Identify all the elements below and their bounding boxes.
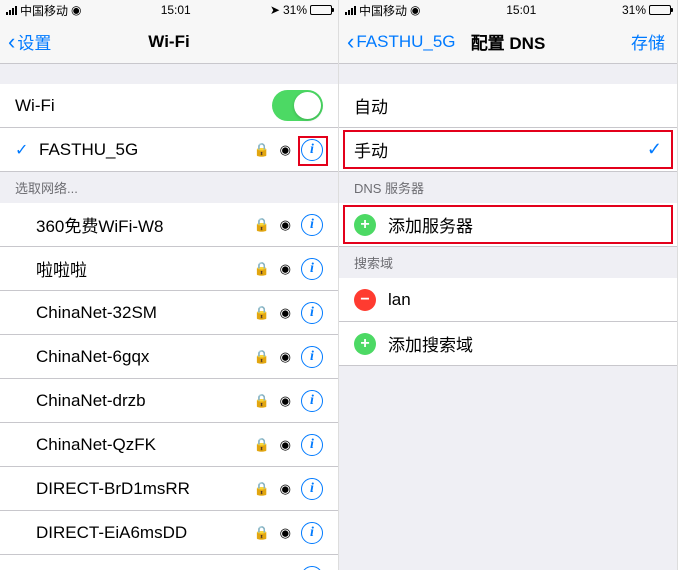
wifi-icon: ◉ bbox=[280, 481, 291, 497]
dns-manual-row[interactable]: 手动 ✓ bbox=[339, 128, 677, 172]
wifi-icon: ◉ bbox=[280, 142, 291, 158]
wifi-icon: ◉ bbox=[280, 349, 291, 365]
battery-percent: 31% bbox=[283, 3, 307, 17]
wifi-icon: ◉ bbox=[280, 217, 291, 233]
status-bar: 中国移动 ◉ 15:01 ➤ 31% bbox=[0, 0, 338, 20]
time-label: 15:01 bbox=[506, 3, 536, 17]
lock-icon: 🔒 bbox=[253, 437, 269, 453]
chevron-left-icon: ‹ bbox=[347, 31, 354, 53]
lock-icon: 🔒 bbox=[253, 481, 269, 497]
wifi-icon: ◉ bbox=[280, 437, 291, 453]
battery-icon bbox=[310, 5, 332, 15]
lock-icon: 🔒 bbox=[253, 349, 269, 365]
location-icon: ➤ bbox=[270, 3, 280, 17]
network-name: DIRECT-EiA6msDD bbox=[36, 523, 253, 543]
lock-icon: 🔒 bbox=[253, 261, 269, 277]
wifi-status-icon: ◉ bbox=[410, 3, 420, 17]
lock-icon: 🔒 bbox=[253, 142, 269, 158]
info-icon[interactable]: i bbox=[301, 302, 323, 324]
network-name: FASTHU bbox=[36, 567, 253, 570]
add-server-label: 添加服务器 bbox=[388, 212, 662, 237]
nav-bar: ‹ 设置 Wi-Fi bbox=[0, 20, 338, 64]
network-name: 360免费WiFi-W8 bbox=[36, 212, 253, 237]
choose-network-header: 选取网络... bbox=[0, 172, 338, 203]
network-name: ChinaNet-QzFK bbox=[36, 435, 253, 455]
network-row[interactable]: ChinaNet-drzb 🔒 ◉ i bbox=[0, 379, 338, 423]
back-label: FASTHU_5G bbox=[356, 32, 455, 52]
info-icon[interactable]: i bbox=[301, 566, 323, 570]
info-icon[interactable]: i bbox=[301, 522, 323, 544]
manual-label: 手动 bbox=[354, 137, 647, 162]
wifi-status-icon: ◉ bbox=[71, 3, 81, 17]
battery-percent: 31% bbox=[622, 3, 646, 17]
lock-icon: 🔒 bbox=[253, 525, 269, 541]
signal-icon bbox=[6, 5, 17, 15]
network-row[interactable]: DIRECT-EiA6msDD 🔒 ◉ i bbox=[0, 511, 338, 555]
dns-servers-header: DNS 服务器 bbox=[339, 172, 677, 203]
chevron-left-icon: ‹ bbox=[8, 31, 15, 53]
add-domain-label: 添加搜索域 bbox=[388, 331, 662, 356]
status-bar: 中国移动 ◉ 15:01 31% bbox=[339, 0, 677, 20]
network-row[interactable]: ChinaNet-QzFK 🔒 ◉ i bbox=[0, 423, 338, 467]
checkmark-icon: ✓ bbox=[647, 139, 662, 160]
battery-icon bbox=[649, 5, 671, 15]
back-button[interactable]: ‹ FASTHU_5G bbox=[347, 31, 456, 53]
info-icon[interactable]: i bbox=[301, 478, 323, 500]
dns-auto-row[interactable]: 自动 bbox=[339, 84, 677, 128]
lock-icon: 🔒 bbox=[253, 305, 269, 321]
carrier-label: 中国移动 bbox=[359, 2, 407, 19]
back-label: 设置 bbox=[17, 29, 51, 54]
info-icon[interactable]: i bbox=[301, 258, 323, 280]
network-row[interactable]: 360免费WiFi-W8 🔒 ◉ i bbox=[0, 203, 338, 247]
info-icon[interactable]: i bbox=[301, 139, 323, 161]
network-name: ChinaNet-32SM bbox=[36, 303, 253, 323]
lock-icon: 🔒 bbox=[253, 393, 269, 409]
add-icon: + bbox=[354, 333, 376, 355]
info-icon[interactable]: i bbox=[301, 390, 323, 412]
nav-bar: ‹ FASTHU_5G 配置 DNS 存储 bbox=[339, 20, 677, 64]
network-name: 啦啦啦 bbox=[36, 256, 253, 281]
wifi-toggle-row[interactable]: Wi-Fi bbox=[0, 84, 338, 128]
auto-label: 自动 bbox=[354, 93, 662, 118]
carrier-label: 中国移动 bbox=[20, 2, 68, 19]
content: Wi-Fi ✓ FASTHU_5G 🔒 ◉ i 选取网络... 360免费WiF… bbox=[0, 64, 338, 570]
lock-icon: 🔒 bbox=[253, 217, 269, 233]
add-server-row[interactable]: + 添加服务器 bbox=[339, 203, 677, 247]
network-name: ChinaNet-6gqx bbox=[36, 347, 253, 367]
content: 自动 手动 ✓ DNS 服务器 + 添加服务器 搜索域 − lan + 添加搜索… bbox=[339, 64, 677, 570]
network-row[interactable]: ChinaNet-6gqx 🔒 ◉ i bbox=[0, 335, 338, 379]
wifi-icon: ◉ bbox=[280, 525, 291, 541]
wifi-label: Wi-Fi bbox=[15, 96, 272, 116]
network-row[interactable]: ChinaNet-32SM 🔒 ◉ i bbox=[0, 291, 338, 335]
info-icon[interactable]: i bbox=[301, 346, 323, 368]
add-search-domain-row[interactable]: + 添加搜索域 bbox=[339, 322, 677, 366]
wifi-icon: ◉ bbox=[280, 393, 291, 409]
network-name: DIRECT-BrD1msRR bbox=[36, 479, 253, 499]
network-row[interactable]: 啦啦啦 🔒 ◉ i bbox=[0, 247, 338, 291]
wifi-icon: ◉ bbox=[280, 261, 291, 277]
remove-icon[interactable]: − bbox=[354, 289, 376, 311]
save-button[interactable]: 存储 bbox=[631, 29, 665, 54]
network-row[interactable]: FASTHU 🔒◉i bbox=[0, 555, 338, 570]
search-domain-row[interactable]: − lan bbox=[339, 278, 677, 322]
domain-label: lan bbox=[388, 290, 662, 310]
connected-network-name: FASTHU_5G bbox=[39, 140, 253, 160]
time-label: 15:01 bbox=[161, 3, 191, 17]
info-icon[interactable]: i bbox=[301, 214, 323, 236]
dns-config-screen: 中国移动 ◉ 15:01 31% ‹ FASTHU_5G 配置 DNS 存储 自… bbox=[339, 0, 678, 570]
network-name: ChinaNet-drzb bbox=[36, 391, 253, 411]
wifi-icon: ◉ bbox=[280, 305, 291, 321]
back-button[interactable]: ‹ 设置 bbox=[8, 29, 51, 54]
connected-network-row[interactable]: ✓ FASTHU_5G 🔒 ◉ i bbox=[0, 128, 338, 172]
add-icon: + bbox=[354, 214, 376, 236]
search-domains-header: 搜索域 bbox=[339, 247, 677, 278]
page-title: Wi-Fi bbox=[148, 32, 189, 52]
wifi-settings-screen: 中国移动 ◉ 15:01 ➤ 31% ‹ 设置 Wi-Fi Wi-Fi ✓ FA… bbox=[0, 0, 339, 570]
signal-icon bbox=[345, 5, 356, 15]
page-title: 配置 DNS bbox=[471, 29, 546, 54]
checkmark-icon: ✓ bbox=[15, 140, 35, 160]
wifi-toggle[interactable] bbox=[272, 90, 323, 121]
info-icon[interactable]: i bbox=[301, 434, 323, 456]
network-row[interactable]: DIRECT-BrD1msRR 🔒 ◉ i bbox=[0, 467, 338, 511]
